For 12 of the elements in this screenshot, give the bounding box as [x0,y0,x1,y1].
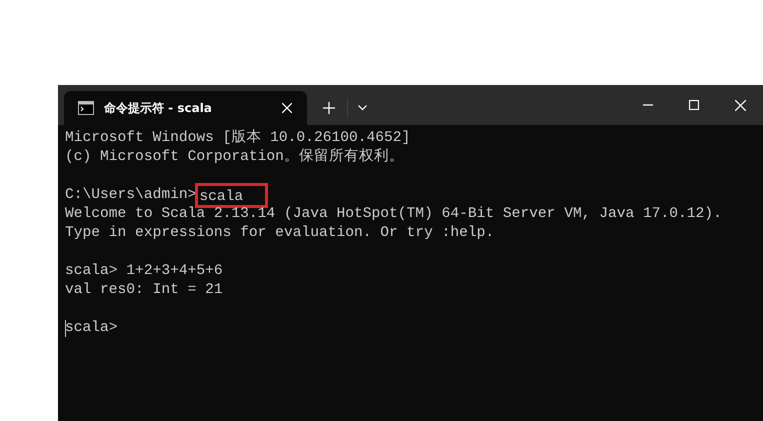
highlighted-command: scala [195,183,268,208]
command-prompt-icon [78,101,94,115]
command-prompt: scala> [65,319,118,338]
terminal-output-line: Microsoft Windows [版本 10.0.26100.4652] [65,129,410,148]
command-prompt: C:\Users\admin> [65,186,196,205]
terminal-output-line: (c) Microsoft Corporation。保留所有权利。 [65,148,404,167]
terminal-output-line: Type in expressions for evaluation. Or try :help. [65,224,494,243]
terminal-output-line: scala> 1+2+3+4+5+6 [65,262,223,281]
tab-title: 命令提示符 - scala [104,100,213,116]
terminal-output-line: Welcome to Scala 2.13.14 (Java HotSpot(TM) 64-Bit Server VM, Java 17.0.12). [65,205,722,224]
terminal-output-line: val res0: Int = 21 [65,281,223,300]
terminal-tab[interactable]: 命令提示符 - scala [64,91,307,125]
